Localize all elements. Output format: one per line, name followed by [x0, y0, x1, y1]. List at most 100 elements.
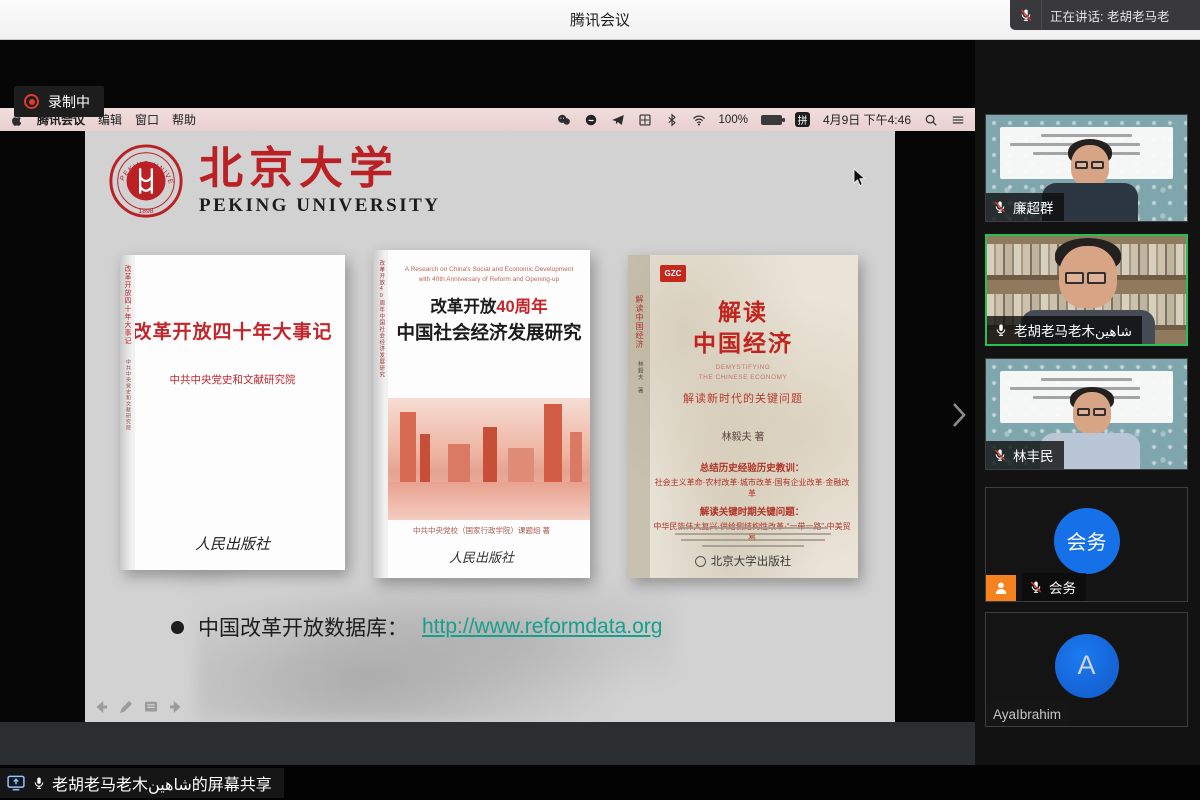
- participant-tile-huiwu[interactable]: 会务 会务: [985, 487, 1188, 602]
- seal-year: 1898: [138, 208, 153, 215]
- battery-icon[interactable]: [761, 115, 782, 125]
- wifi-icon[interactable]: [692, 113, 706, 127]
- menu-window[interactable]: 窗口: [135, 111, 159, 128]
- book2-title-black: 改革开放: [430, 298, 496, 316]
- book3-red-body1: 社会主义革命·农村改革·城市改革·国有企业改革·金融改革: [652, 477, 852, 499]
- book3-fine-print: [668, 523, 838, 551]
- book3-english-line1: DEMYSTIFYING: [628, 363, 858, 373]
- battery-percent: 100%: [719, 114, 748, 126]
- person-glasses: [1075, 161, 1104, 169]
- bottom-status-bar: 老胡老马老木شاهين的屏幕共享: [0, 765, 1200, 800]
- book1-spine-title: 改革开放四十年大事记: [124, 265, 131, 345]
- bullet-icon: [171, 621, 184, 634]
- bullet-text: 中国改革开放数据库：: [198, 612, 408, 642]
- mic-muted-icon: [993, 200, 1007, 214]
- recording-label: 录制中: [48, 92, 90, 112]
- telegram-icon[interactable]: [611, 113, 625, 127]
- share-bottom-gap: [0, 722, 975, 765]
- prev-slide-button[interactable]: [92, 698, 110, 716]
- book3-author: 林毅夫 著: [628, 428, 858, 443]
- share-label-text: 老胡老马老木شاهين的屏幕共享: [52, 771, 272, 795]
- avatar: A: [1055, 634, 1119, 698]
- book2-english-line2: with 40th Anniversary of Reform and Open…: [388, 275, 590, 285]
- presenter-controls: [92, 698, 185, 716]
- person-icon: [993, 580, 1009, 596]
- wechat-icon[interactable]: [557, 113, 571, 127]
- screen-share-status: 老胡老马老木شاهين的屏幕共享: [0, 768, 284, 798]
- book3-title: 解读 中国经济: [628, 297, 858, 359]
- participant-name-tag: 会务: [1022, 573, 1086, 601]
- pku-press-seal-icon: [695, 556, 706, 567]
- participant-name: AyaIbrahim: [993, 707, 1061, 722]
- speaking-label: 正在讲话: 老胡老马老: [1042, 6, 1169, 25]
- book2-skyline-art: [388, 398, 590, 520]
- person-glasses: [1077, 408, 1106, 416]
- participant-name: 廉超群: [1013, 197, 1054, 217]
- avatar-background: 会务: [986, 488, 1187, 601]
- book3-english-line2: THE CHINESE ECONOMY: [628, 373, 858, 383]
- speaking-indicator[interactable]: 正在讲话: 老胡老马老: [1010, 0, 1200, 30]
- book2-spine-title: 改革开放40周年中国社会经济发展研究: [378, 260, 384, 378]
- book3-publisher: 北京大学出版社: [711, 553, 792, 569]
- bluetooth-icon[interactable]: [665, 113, 679, 127]
- recording-dot-icon: [24, 94, 39, 109]
- recording-badge: 录制中: [14, 86, 104, 117]
- book3-subtitle: 解读新时代的关键问题: [628, 390, 858, 406]
- proxy-icon[interactable]: [584, 113, 598, 127]
- book1-spine-sub: 中共中央党史和文献研究院: [125, 359, 130, 431]
- slide-bullet-line: 中国改革开放数据库： http://www.reformdata.org: [171, 612, 662, 642]
- book-cover-1: 改革开放四十年大事记 中共中央党史和文献研究院 改革开放四十年大事记 中共中央党…: [120, 255, 345, 570]
- person-glasses: [1065, 272, 1106, 284]
- book-cover-2: 改革开放40周年中国社会经济发展研究 A Research on China's…: [373, 250, 590, 578]
- participant-tile-lianchaoqun[interactable]: 廉超群: [985, 114, 1188, 222]
- book3-spine-title: 解读中国经济: [635, 295, 643, 349]
- participant-name-tag: AyaIbrahim: [986, 703, 1071, 726]
- slide-watermark: [195, 562, 675, 722]
- pku-logo: PEKING UNIVERSITY 1898 北京大学 PEKING UNIVE…: [107, 142, 441, 220]
- book3-logo: GZC: [660, 265, 686, 282]
- book2-title-line2: 中国社会经济发展研究: [388, 319, 590, 345]
- book3-spine-author: 林毅夫 著: [636, 361, 642, 394]
- pku-seal-icon: PEKING UNIVERSITY 1898: [107, 142, 185, 220]
- menu-help[interactable]: 帮助: [172, 111, 196, 128]
- mic-muted-icon: [1029, 580, 1043, 594]
- book3-title-line1: 解读: [628, 297, 858, 328]
- mouse-cursor: [853, 168, 866, 187]
- participant-name-tag: 老胡老马老木شاهين: [987, 316, 1142, 344]
- window-title: 腾讯会议: [570, 9, 630, 30]
- menubar-datetime[interactable]: 4月9日 下午4:46: [823, 111, 911, 128]
- book2-publisher: 人民出版社: [373, 547, 590, 566]
- book3-title-line2: 中国经济: [628, 328, 858, 359]
- participant-name: 林丰民: [1013, 445, 1054, 465]
- book2-english-line1: A Research on China's Social and Economi…: [388, 265, 590, 275]
- participant-tile-linfengmin[interactable]: 林丰民: [985, 358, 1188, 470]
- next-slide-button[interactable]: [167, 698, 185, 716]
- participant-tile-ayaibrahim[interactable]: A AyaIbrahim: [985, 612, 1188, 727]
- slide-menu-button[interactable]: [142, 698, 160, 716]
- mic-on-icon: [32, 776, 46, 790]
- reformdata-link[interactable]: http://www.reformdata.org: [422, 615, 662, 639]
- input-method-badge[interactable]: 拼: [795, 112, 810, 127]
- participant-tile-laohu[interactable]: 老胡老马老木شاهين: [985, 234, 1188, 346]
- book3-publisher-row: 北京大学出版社: [628, 553, 858, 569]
- pen-tool-button[interactable]: [117, 698, 135, 716]
- book2-title-red: 40周年: [496, 298, 547, 316]
- book-cover-3: 解读中国经济 林毅夫 著 GZC 解读 中国经济 DEMYSTIFYING TH…: [628, 255, 858, 578]
- pku-name-en: PEKING UNIVERSITY: [199, 195, 441, 217]
- presentation-slide: PEKING UNIVERSITY 1898 北京大学 PEKING UNIVE…: [85, 130, 895, 722]
- window-grid-icon[interactable]: [638, 113, 652, 127]
- participant-name-tag: 林丰民: [986, 441, 1064, 469]
- book1-spine: 改革开放四十年大事记 中共中央党史和文献研究院: [120, 255, 135, 570]
- control-center-icon[interactable]: [951, 113, 965, 127]
- participant-name: 老胡老马老木شاهين: [1014, 320, 1132, 340]
- screen-share-icon: [6, 773, 26, 793]
- book1-title: 改革开放四十年大事记: [120, 317, 345, 344]
- mic-muted-icon: [1010, 0, 1042, 30]
- spotlight-search-icon[interactable]: [924, 113, 938, 127]
- book3-english: DEMYSTIFYING THE CHINESE ECONOMY: [628, 363, 858, 383]
- host-role-badge: [986, 575, 1016, 601]
- mic-on-icon: [994, 323, 1008, 337]
- pku-name-cn: 北京大学: [199, 145, 441, 193]
- book3-spine: 解读中国经济 林毅夫 著: [628, 255, 650, 578]
- panel-collapse-chevron[interactable]: [948, 398, 970, 432]
